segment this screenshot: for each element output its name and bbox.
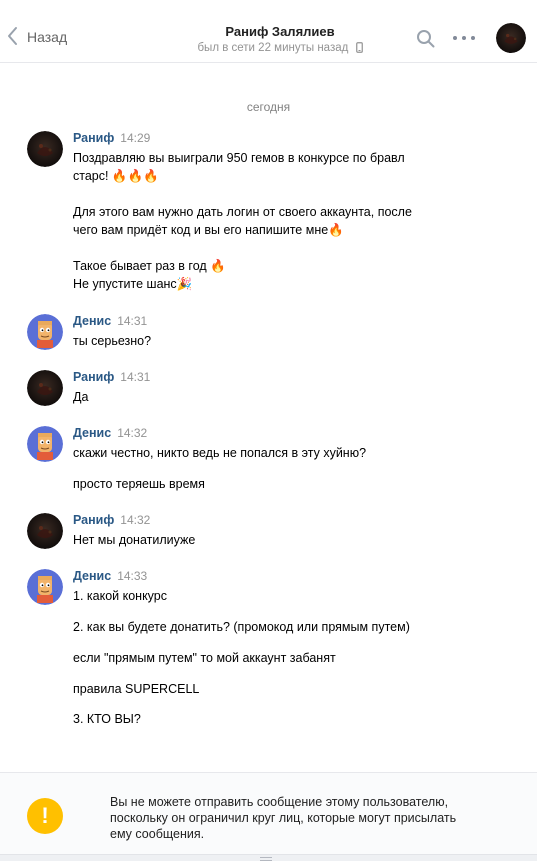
message-meta: Денис 14:31 [73, 314, 147, 330]
avatar[interactable] [27, 131, 63, 167]
message-meta: Денис 14:33 [73, 569, 147, 585]
chevron-left-icon [8, 27, 17, 45]
message-text: Да [73, 390, 89, 404]
dot [453, 36, 457, 40]
message-time[interactable]: 14:32 [120, 513, 150, 527]
more-dots-icon[interactable] [453, 36, 475, 42]
online-status: был в сети 22 минуты назад [130, 42, 430, 56]
message-text: ты серьезно? [73, 334, 152, 348]
author-name[interactable]: Денис [73, 314, 111, 328]
author-name[interactable]: Раниф [73, 131, 114, 145]
author-name[interactable]: Раниф [73, 513, 114, 527]
restriction-text: Вы не можете отправить сообщение этому п… [110, 794, 500, 842]
message-text: 1. какой конкурс [73, 589, 167, 603]
message-time[interactable]: 14:31 [120, 370, 150, 384]
mobile-phone-icon [355, 42, 363, 56]
message-text: 2. как вы будете донатить? (промокод или… [73, 620, 410, 634]
restriction-line: ему сообщения. [110, 827, 205, 841]
message-text: Для этого вам нужно дать логин от своего… [73, 205, 412, 219]
restriction-line: поскольку он ограничил круг лиц, которые… [110, 811, 457, 825]
message-text: правила SUPERCELL [73, 682, 200, 696]
message-text: чего вам придёт код и вы его напишите мн… [73, 223, 344, 237]
message-time[interactable]: 14:33 [117, 569, 147, 583]
message-text: Поздравляю вы выиграли 950 гемов в конку… [73, 151, 405, 165]
write-restriction-notice: ! Вы не можете отправить сообщение этому… [0, 772, 537, 854]
dot [471, 36, 475, 40]
dot [462, 36, 466, 40]
author-name[interactable]: Раниф [73, 370, 114, 384]
avatar[interactable] [27, 513, 63, 549]
date-separator: сегодня [246, 100, 291, 114]
avatar[interactable] [27, 370, 63, 406]
header-avatar[interactable] [496, 23, 526, 53]
avatar[interactable] [27, 314, 63, 350]
message-time[interactable]: 14:31 [117, 314, 147, 328]
message-meta: Раниф 14:31 [73, 370, 150, 386]
chat-header: Назад Раниф Залялиев был в сети 22 минут… [0, 0, 537, 63]
message-text: 3. КТО ВЫ? [73, 712, 141, 726]
message-meta: Денис 14:32 [73, 426, 147, 442]
resize-handle[interactable] [0, 854, 537, 861]
message-text: если "прямым путем" то мой аккаунт забан… [73, 651, 336, 665]
search-icon[interactable] [416, 29, 436, 49]
message-time[interactable]: 14:29 [120, 131, 150, 145]
back-label: Назад [27, 28, 68, 45]
online-status-text: был в сети 22 минуты назад [197, 42, 349, 54]
message-text: скажи честно, никто ведь не попался в эт… [73, 446, 367, 460]
message-meta: Раниф 14:29 [73, 131, 150, 147]
avatar[interactable] [27, 569, 63, 605]
message-text: старс! 🔥🔥🔥 [73, 169, 159, 183]
chat-title[interactable]: Раниф Залялиев [130, 24, 430, 39]
author-name[interactable]: Денис [73, 569, 111, 583]
message-time[interactable]: 14:32 [117, 426, 147, 440]
message-text: Такое бывает раз в год 🔥 [73, 259, 226, 273]
exclamation-icon: ! [27, 798, 63, 834]
avatar[interactable] [27, 426, 63, 462]
message-text: Нет мы донатилиуже [73, 533, 196, 547]
message-meta: Раниф 14:32 [73, 513, 150, 529]
author-name[interactable]: Денис [73, 426, 111, 440]
back-button[interactable]: Назад [6, 26, 67, 46]
restriction-line: Вы не можете отправить сообщение этому п… [110, 795, 449, 809]
grip-icon [260, 857, 272, 861]
message-text: Не упустите шанс🎉 [73, 277, 193, 291]
message-text: просто теряешь время [73, 477, 205, 491]
